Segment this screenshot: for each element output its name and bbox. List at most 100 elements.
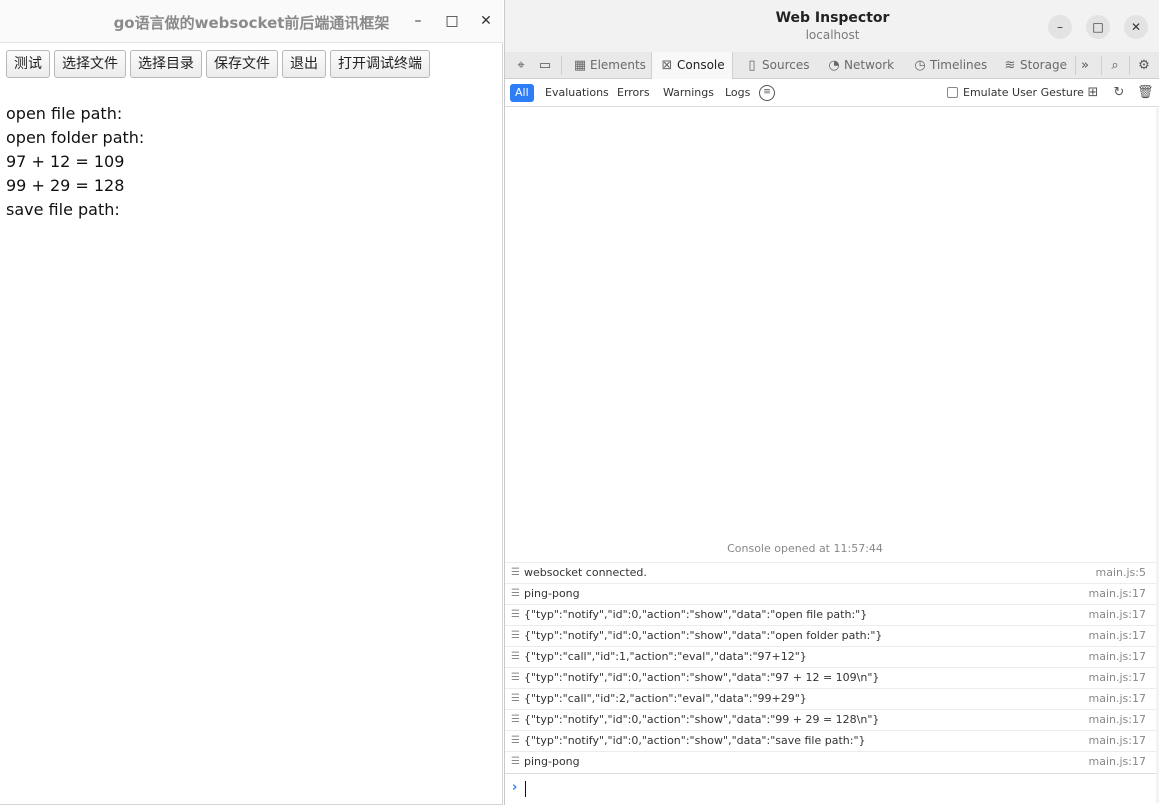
output-line: save file path: (6, 200, 120, 219)
log-message: {"typ":"notify","id":0,"action":"show","… (524, 629, 883, 642)
log-source-link[interactable]: main.js:17 (1089, 752, 1146, 772)
tab-label: Storage (1020, 58, 1067, 72)
log-source-link[interactable]: main.js:17 (1089, 689, 1146, 709)
log-source-link[interactable]: main.js:17 (1089, 731, 1146, 751)
maximize-icon[interactable]: □ (440, 9, 464, 33)
element-picker-icon[interactable]: ⌖ (511, 56, 531, 76)
text-cursor (525, 781, 526, 797)
log-message: websocket connected. (524, 566, 647, 579)
log-icon: ☰ (511, 714, 520, 725)
log-row[interactable]: ☰ {"typ":"notify","id":0,"action":"show"… (505, 667, 1156, 688)
log-row[interactable]: ☰ {"typ":"call","id":1,"action":"eval","… (505, 646, 1156, 667)
close-icon[interactable]: ✕ (1124, 15, 1148, 39)
tab-network[interactable]: ◔ Network (819, 52, 905, 79)
app-titlebar[interactable]: go语言做的websocket前后端通讯框架 – □ ✕ (0, 0, 503, 43)
tab-elements[interactable]: ▦ Elements (565, 52, 651, 79)
log-row[interactable]: ☰ ping-pong main.js:17 (505, 751, 1156, 772)
log-row[interactable]: ☰ {"typ":"notify","id":0,"action":"show"… (505, 709, 1156, 730)
more-tabs-icon[interactable]: » (1075, 56, 1095, 76)
minimize-icon[interactable]: – (406, 9, 430, 33)
log-source-link[interactable]: main.js:17 (1089, 710, 1146, 730)
log-message: {"typ":"notify","id":0,"action":"show","… (524, 713, 880, 726)
log-source-link[interactable]: main.js:17 (1089, 605, 1146, 625)
select-file-button[interactable]: 选择文件 (54, 50, 126, 78)
output-line: 97 + 12 = 109 (6, 152, 125, 171)
log-source-link[interactable]: main.js:5 (1096, 563, 1146, 583)
open-devtools-button[interactable]: 打开调试终端 (330, 50, 430, 78)
console-output-area[interactable]: Console opened at 11:57:44 ☰ websocket c… (505, 108, 1159, 773)
log-icon: ☰ (511, 567, 520, 578)
console-prompt-input[interactable]: › (505, 773, 1156, 803)
log-row[interactable]: ☰ {"typ":"notify","id":0,"action":"show"… (505, 604, 1156, 625)
filter-evaluations[interactable]: Evaluations (540, 84, 614, 102)
emulate-checkbox[interactable] (947, 87, 958, 98)
inspector-titlebar[interactable]: Web Inspector localhost – □ ✕ (505, 0, 1159, 52)
output-line: open folder path: (6, 128, 145, 147)
minimize-icon[interactable]: – (1048, 15, 1072, 39)
clear-console-icon[interactable]: 🗑 (1137, 85, 1154, 101)
elements-icon: ▦ (573, 58, 587, 73)
device-icon[interactable]: ▭ (535, 56, 555, 76)
log-message: {"typ":"call","id":1,"action":"eval","da… (524, 650, 807, 663)
tab-divider (1129, 56, 1130, 75)
log-row[interactable]: ☰ ping-pong main.js:17 (505, 583, 1156, 604)
exit-button[interactable]: 退出 (282, 50, 326, 78)
tab-divider (561, 56, 562, 75)
test-button[interactable]: 测试 (6, 50, 50, 78)
inspector-tabbar: ⌖ ▭ ▦ Elements ⊠ Console ▯ Sources ◔ Net… (505, 52, 1159, 79)
output-line: open file path: (6, 104, 123, 123)
app-toolbar: 测试 选择文件 选择目录 保存文件 退出 打开调试终端 (6, 50, 430, 78)
console-filter-bar: All Evaluations Errors Warnings Logs ≡ E… (505, 80, 1159, 107)
console-opened-message: Console opened at 11:57:44 (727, 542, 883, 555)
filter-errors[interactable]: Errors (612, 84, 655, 102)
tab-label: Network (844, 58, 895, 72)
maximize-icon[interactable]: □ (1086, 15, 1110, 39)
filter-all[interactable]: All (510, 84, 534, 102)
log-icon: ☰ (511, 693, 520, 704)
app-window: go语言做的websocket前后端通讯框架 – □ ✕ 测试 选择文件 选择目… (0, 0, 503, 805)
emulate-label: Emulate User Gesture (963, 86, 1084, 99)
log-source-link[interactable]: main.js:17 (1089, 668, 1146, 688)
tab-label: Sources (762, 58, 810, 72)
log-row[interactable]: ☰ {"typ":"notify","id":0,"action":"show"… (505, 625, 1156, 646)
timelines-icon: ◷ (914, 58, 926, 73)
log-message: ping-pong (524, 755, 580, 768)
reload-icon[interactable]: ↻ (1111, 85, 1127, 101)
tab-divider (1101, 56, 1102, 75)
log-source-link[interactable]: main.js:17 (1089, 626, 1146, 646)
filter-logs[interactable]: Logs (720, 84, 755, 102)
log-icon: ☰ (511, 651, 520, 662)
tab-console[interactable]: ⊠ Console (651, 52, 733, 79)
tab-sources[interactable]: ▯ Sources (737, 52, 817, 79)
tab-storage[interactable]: ≋ Storage (995, 52, 1073, 79)
log-source-link[interactable]: main.js:17 (1089, 647, 1146, 667)
log-source-link[interactable]: main.js:17 (1089, 584, 1146, 604)
log-icon: ☰ (511, 672, 520, 683)
log-message: {"typ":"notify","id":0,"action":"show","… (524, 734, 866, 747)
tab-label: Elements (590, 58, 646, 72)
log-row[interactable]: ☰ {"typ":"notify","id":0,"action":"show"… (505, 730, 1156, 751)
network-icon: ◔ (828, 58, 840, 73)
log-icon: ☰ (511, 735, 520, 746)
emulate-user-gesture[interactable]: Emulate User Gesture (947, 86, 1084, 100)
settings-icon[interactable]: ⚙ (1134, 56, 1154, 76)
log-icon: ☰ (511, 609, 520, 620)
js-console-icon[interactable]: ⊞ (1085, 85, 1101, 101)
log-message: {"typ":"call","id":2,"action":"eval","da… (524, 692, 807, 705)
log-message: {"typ":"notify","id":0,"action":"show","… (524, 608, 868, 621)
console-log-list: ☰ websocket connected. main.js:5 ☰ ping-… (505, 562, 1156, 772)
search-icon[interactable]: ⌕ (1105, 56, 1125, 76)
close-icon[interactable]: ✕ (474, 9, 498, 33)
web-inspector-window: Web Inspector localhost – □ ✕ ⌖ ▭ ▦ Elem… (504, 0, 1159, 805)
log-row[interactable]: ☰ websocket connected. main.js:5 (505, 562, 1156, 583)
log-row[interactable]: ☰ {"typ":"call","id":2,"action":"eval","… (505, 688, 1156, 709)
save-file-button[interactable]: 保存文件 (206, 50, 278, 78)
filter-warnings[interactable]: Warnings (658, 84, 719, 102)
log-message: ping-pong (524, 587, 580, 600)
filter-menu-icon[interactable]: ≡ (759, 85, 775, 101)
tab-timelines[interactable]: ◷ Timelines (905, 52, 995, 79)
log-message: {"typ":"notify","id":0,"action":"show","… (524, 671, 880, 684)
sources-icon: ▯ (748, 58, 756, 73)
console-icon: ⊠ (661, 58, 673, 73)
select-folder-button[interactable]: 选择目录 (130, 50, 202, 78)
